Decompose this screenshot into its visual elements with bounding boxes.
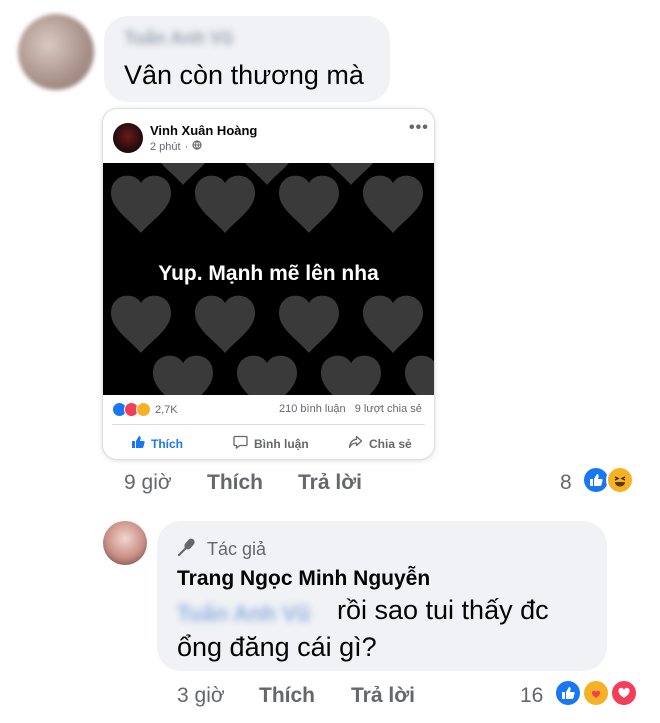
post-status-text: Yup. Mạnh mẽ lên nha <box>158 262 379 285</box>
comment-reply-button[interactable]: Trả lời <box>298 471 362 495</box>
post-like-label: Thích <box>151 436 183 451</box>
post-comment-label: Bình luận <box>254 436 309 451</box>
commenter-avatar[interactable] <box>18 14 94 90</box>
shared-post-card[interactable]: Vinh Xuân Hoàng 2 phút · ••• Yup. Mạnh m… <box>103 109 434 459</box>
post-time: 2 phút <box>150 140 181 153</box>
comment-text: Vân còn thương mà <box>124 60 364 90</box>
comment-time[interactable]: 9 giờ <box>124 471 172 495</box>
reply-time[interactable]: 3 giờ <box>177 684 225 708</box>
post-meta: 2 phút · <box>150 140 202 153</box>
post-author-avatar[interactable] <box>113 123 143 153</box>
reply-text-line2: ổng đăng cái gì? <box>177 632 377 662</box>
comment-like-button[interactable]: Thích <box>207 471 263 495</box>
post-comment-share-counts[interactable]: 210 bình luận 9 lượt chia sẻ <box>279 403 422 415</box>
comment-author-name[interactable]: Tuấn Anh Vũ <box>124 28 233 49</box>
post-comment-button[interactable]: Bình luận <box>233 435 309 452</box>
reply-reaction-count[interactable]: 16 <box>520 684 543 708</box>
reply-like-button[interactable]: Thích <box>259 684 315 708</box>
post-reactions-summary[interactable]: 2,7K <box>112 402 178 417</box>
comments-count[interactable]: 210 bình luận <box>279 403 346 415</box>
like-reaction-icon <box>554 679 582 707</box>
comment-reactions[interactable] <box>582 466 642 496</box>
more-options-icon[interactable]: ••• <box>409 119 429 137</box>
author-badge-label: Tác giả <box>207 539 267 559</box>
thumbs-up-icon <box>131 435 145 452</box>
reactions-count: 2,7K <box>155 403 178 416</box>
post-like-button[interactable]: Thích <box>131 435 183 452</box>
reply-bubble: Tác giả Trang Ngọc Minh Nguyễn Tuấn Anh … <box>157 521 607 671</box>
sad-reaction-icon <box>136 402 151 417</box>
care-reaction-icon <box>582 679 610 707</box>
post-status-image: Yup. Mạnh mẽ lên nha <box>103 163 434 395</box>
comment-icon <box>233 435 248 452</box>
reply-reactions[interactable] <box>554 679 644 709</box>
reply-reply-button[interactable]: Trả lời <box>351 684 415 708</box>
haha-reaction-icon <box>606 466 634 494</box>
globe-icon <box>192 140 202 153</box>
reply-author-name[interactable]: Trang Ngọc Minh Nguyễn <box>177 567 430 591</box>
share-arrow-icon <box>348 435 363 452</box>
post-share-button[interactable]: Chia sẻ <box>348 435 412 452</box>
post-divider <box>112 424 425 425</box>
love-reaction-icon <box>610 679 638 707</box>
microphone-icon <box>177 537 199 562</box>
author-badge: Tác giả <box>177 537 266 562</box>
comment-reaction-count[interactable]: 8 <box>560 471 572 495</box>
post-author-name[interactable]: Vinh Xuân Hoàng <box>150 123 257 138</box>
comment-bubble: Tuấn Anh Vũ Vân còn thương mà <box>104 16 390 102</box>
author-avatar[interactable] <box>103 521 147 565</box>
mention-tag[interactable]: Tuấn Anh Vũ <box>177 601 310 627</box>
shares-count[interactable]: 9 lượt chia sẻ <box>355 403 422 415</box>
post-share-label: Chia sẻ <box>369 436 412 451</box>
reply-text-line1: rồi sao tui thấy đc <box>337 595 549 625</box>
